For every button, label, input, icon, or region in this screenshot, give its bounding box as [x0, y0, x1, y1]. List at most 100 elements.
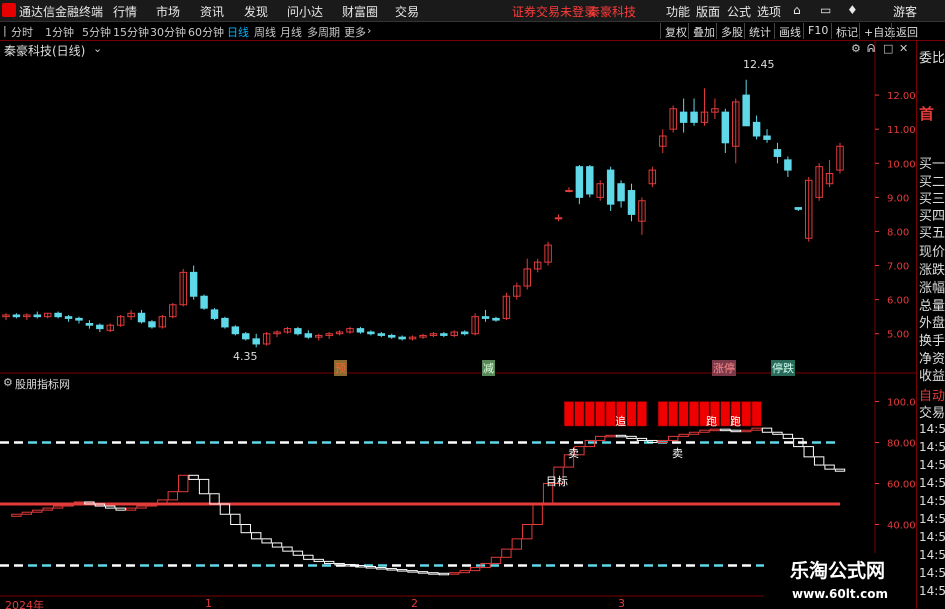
candle-body [794, 207, 803, 210]
message-icon[interactable]: ▭ [820, 3, 831, 17]
candle-body [75, 317, 83, 321]
side-label: 首 [919, 105, 935, 123]
indicator-box [376, 567, 387, 570]
indicator-box [271, 542, 283, 548]
candle-body [221, 317, 229, 328]
candle-body [189, 271, 198, 297]
menu-item-market[interactable]: 市场 [156, 3, 180, 20]
close-icon[interactable]: ✕ [899, 42, 908, 55]
menu-item-trade[interactable]: 交易 [395, 3, 419, 20]
indicator-box [720, 428, 731, 432]
indicator-box [407, 570, 418, 573]
indicator-box [532, 503, 543, 525]
candle-body [12, 314, 21, 318]
indicator-box [240, 524, 251, 534]
pin-icon[interactable]: ᕱ [867, 42, 875, 56]
tool-button[interactable]: 叠加 [688, 23, 715, 39]
menu-item-wealth[interactable]: 财富圈 [342, 3, 378, 20]
period-tab[interactable]: 月线 [280, 24, 302, 40]
indicator-box [313, 558, 324, 562]
period-tab[interactable]: 分时 [11, 24, 33, 40]
event-marker[interactable]: 减 [482, 360, 495, 376]
price-axis-label: 5.00 [887, 330, 909, 341]
candle-body [137, 312, 146, 323]
indicator-box [761, 427, 773, 433]
candle-body [554, 217, 563, 220]
indicator-box [626, 435, 637, 439]
side-label: 换手 [919, 334, 945, 349]
signal-block [626, 401, 637, 427]
menu-layout[interactable]: 版面 [696, 3, 720, 20]
candle-body [617, 183, 625, 202]
candle-body [398, 336, 406, 340]
indicator-box [323, 560, 335, 564]
period-tab-active[interactable]: 日线 [227, 24, 249, 40]
menu-function[interactable]: 功能 [666, 3, 690, 20]
tshirt-icon[interactable]: ♦ [847, 3, 858, 17]
period-tab[interactable]: 周线 [254, 24, 276, 40]
candle-body [460, 331, 469, 335]
tool-button[interactable]: 复权 [660, 23, 687, 39]
title-bar: 通达信金融终端 行情 市场 资讯 发现 问小达 财富圈 交易 证券交易未登录 秦… [0, 0, 945, 22]
indicator-box [115, 507, 126, 511]
menu-formula[interactable]: 公式 [727, 3, 751, 20]
event-marker[interactable]: 涨停 [712, 360, 736, 376]
indicator-axis-label: 60.00 [887, 480, 916, 491]
indicator-box [365, 566, 377, 569]
indicator-box [730, 429, 741, 433]
tool-button[interactable]: 多股 [716, 23, 743, 39]
indicator-box [136, 505, 147, 509]
period-tab[interactable]: 更多 [344, 24, 366, 40]
indicator-box [834, 468, 846, 472]
period-tab[interactable]: 30分钟 [150, 24, 186, 40]
indicator-box [42, 507, 53, 511]
indicator-box [511, 538, 523, 550]
indicator-box [595, 435, 606, 441]
indicator-box [219, 503, 231, 515]
indicator-box [501, 548, 512, 558]
period-tab[interactable]: 5分钟 [82, 24, 111, 40]
signal-block [678, 401, 689, 427]
indicator-box [522, 524, 533, 540]
indicator-box [417, 571, 429, 574]
login-notice[interactable]: 证券交易未登录 [512, 3, 596, 20]
menu-item-ask[interactable]: 问小达 [287, 3, 323, 20]
event-marker[interactable]: 停跌 [771, 360, 795, 376]
side-label: 委比 [919, 51, 945, 66]
tool-button[interactable]: F10 [803, 23, 828, 39]
tool-button[interactable]: 返回 [891, 23, 918, 39]
maximize-icon[interactable]: □ [883, 42, 893, 55]
chart-area[interactable]: 12.00 11.00 10.00 9.00 8.00 7.00 6.00 5.00 100.0… [0, 41, 916, 609]
period-tab[interactable]: 1分钟 [45, 24, 74, 40]
menu-options[interactable]: 选项 [757, 3, 781, 20]
indicator-name[interactable]: 股朋指标网 [3, 376, 71, 392]
tool-button[interactable]: 统计 [744, 23, 771, 39]
bell-icon[interactable]: ⌂ [793, 3, 801, 17]
candle-body [763, 135, 771, 140]
period-tab[interactable]: 多周期 [307, 24, 340, 40]
indicator-box [386, 568, 397, 571]
chevron-down-icon[interactable]: ⌄ [93, 42, 102, 55]
candle-body [367, 331, 375, 335]
menu-item-discover[interactable]: 发现 [244, 3, 268, 20]
signal-block [564, 401, 574, 427]
settings-icon[interactable]: ⚙ [3, 376, 13, 389]
tool-button[interactable]: +自选 [859, 23, 895, 39]
settings-icon[interactable]: ⚙ [851, 42, 861, 55]
menu-item-news[interactable]: 资讯 [200, 3, 224, 20]
tool-button[interactable]: 标记 [831, 23, 858, 39]
price-axis: 12.00 11.00 10.00 9.00 8.00 7.00 6.00 5.00 100.0… [887, 91, 916, 531]
period-tab[interactable]: 60分钟 [188, 24, 224, 40]
period-tab[interactable]: 15分钟 [113, 24, 149, 40]
event-marker[interactable]: 预 [334, 360, 347, 376]
toolbar-collapse-icon[interactable]: | [3, 24, 7, 37]
guest-label[interactable]: 游客 [893, 3, 917, 20]
side-label: 14:5 [919, 566, 945, 580]
menu-item-quotes[interactable]: 行情 [113, 3, 137, 20]
candle-body [721, 111, 730, 144]
tool-button[interactable]: 画线 [774, 23, 801, 39]
chart-name[interactable]: 秦豪科技(日线) [3, 42, 86, 59]
candle-body [96, 324, 104, 330]
chevron-right-icon[interactable]: › [367, 24, 371, 37]
indicator-box [178, 474, 189, 493]
